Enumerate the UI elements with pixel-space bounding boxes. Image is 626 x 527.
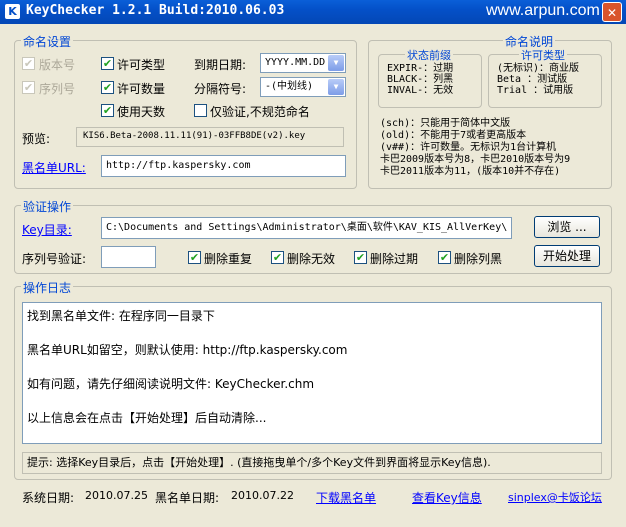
blacklist-url-input[interactable]: http://ftp.kaspersky.com bbox=[101, 155, 346, 177]
license-type-title: 许可类型 bbox=[519, 47, 567, 63]
license-type-line: Beta ：测试版 bbox=[497, 74, 568, 85]
delete-blacklisted-checkbox[interactable]: ✔ bbox=[438, 251, 451, 264]
separator-select[interactable]: -(中划线) ▼ bbox=[260, 77, 346, 97]
blacklist-url-value: http://ftp.kaspersky.com bbox=[106, 160, 251, 171]
separator-label: 分隔符号: bbox=[194, 82, 247, 96]
preview-value: KIS6.Beta-2008.11.11(91)-03FFB8DE(v2).ke… bbox=[76, 127, 344, 147]
key-dir-input[interactable]: C:\Documents and Settings\Administrator\… bbox=[101, 217, 512, 239]
status-prefix-line: EXPIR-：过期 bbox=[387, 63, 454, 74]
expiry-format-value: YYYY.MM.DD bbox=[265, 57, 326, 68]
download-blacklist-link[interactable]: 下载黑名单 bbox=[316, 489, 376, 506]
version-label: 版本号 bbox=[39, 58, 76, 72]
hint-bar: 提示: 选择Key目录后，点击【开始处理】. (直接拖曳单个/多个Key文件到界… bbox=[22, 452, 602, 474]
window-title: KeyChecker 1.2.1 Build:2010.06.03 bbox=[26, 3, 285, 18]
verify-group-label: 验证操作 bbox=[21, 198, 74, 215]
blacklist-date-value: 2010.07.22 bbox=[231, 489, 294, 502]
blacklist-url-label[interactable]: 黑名单URL: bbox=[22, 159, 86, 176]
delete-expired-label: 删除过期 bbox=[370, 252, 419, 266]
status-prefix-title: 状态前缀 bbox=[405, 47, 453, 63]
serial-label: 序列号 bbox=[39, 82, 76, 96]
license-type-line: (无标识)：商业版 bbox=[497, 63, 580, 74]
preview-text: KIS6.Beta-2008.11.11(91)-03FFB8DE(v2).ke… bbox=[83, 131, 306, 141]
delete-expired-checkbox[interactable]: ✔ bbox=[354, 251, 367, 264]
license-type-checkbox[interactable]: ✔ bbox=[101, 57, 114, 70]
naming-note-line: (sch)：只能用于简体中文版 bbox=[380, 118, 511, 129]
browse-button[interactable]: 浏览 ... bbox=[534, 216, 600, 238]
delete-duplicate-checkbox[interactable]: ✔ bbox=[188, 251, 201, 264]
blacklist-date-label: 黑名单日期: bbox=[155, 491, 220, 505]
log-group-label: 操作日志 bbox=[21, 279, 74, 296]
separator-value: -(中划线) bbox=[265, 81, 314, 92]
serial-checkbox[interactable]: ✔ bbox=[22, 81, 35, 94]
naming-settings-label: 命名设置 bbox=[21, 33, 74, 50]
app-key-icon: K bbox=[5, 4, 20, 19]
chevron-down-icon[interactable]: ▼ bbox=[328, 79, 344, 95]
system-date-label: 系统日期: bbox=[22, 491, 75, 505]
delete-invalid-label: 删除无效 bbox=[287, 252, 336, 266]
naming-note-line: 卡巴2011版本为11，(版本10并不存在) bbox=[380, 166, 561, 177]
delete-blacklisted-label: 删除列黑 bbox=[454, 252, 503, 266]
status-prefix-box: 状态前缀 EXPIR-：过期 BLACK-：列黑 INVAL-：无效 bbox=[378, 47, 482, 108]
verify-only-checkbox[interactable] bbox=[194, 104, 207, 117]
start-processing-button[interactable]: 开始处理 bbox=[534, 245, 600, 267]
license-count-checkbox[interactable]: ✔ bbox=[101, 81, 114, 94]
key-dir-value: C:\Documents and Settings\Administrator\… bbox=[106, 222, 508, 233]
status-prefix-line: BLACK-：列黑 bbox=[387, 74, 454, 85]
title-bar[interactable]: K KeyChecker 1.2.1 Build:2010.06.03 www.… bbox=[0, 0, 626, 24]
version-checkbox[interactable]: ✔ bbox=[22, 57, 35, 70]
log-textarea[interactable]: 找到黑名单文件: 在程序同一目录下 黑名单URL如留空，则默认使用: http:… bbox=[22, 302, 602, 444]
delete-invalid-checkbox[interactable]: ✔ bbox=[271, 251, 284, 264]
log-line: 以上信息会在点击【开始处理】后自动清除... bbox=[27, 411, 267, 425]
preview-label: 预览: bbox=[22, 132, 51, 146]
license-type-label: 许可类型 bbox=[117, 58, 166, 72]
naming-note-line: (v##)：许可数量。无标识为1台计算机 bbox=[380, 142, 557, 153]
log-line: 找到黑名单文件: 在程序同一目录下 bbox=[27, 309, 215, 323]
status-prefix-line: INVAL-：无效 bbox=[387, 85, 454, 96]
key-dir-label[interactable]: Key目录: bbox=[22, 221, 72, 238]
serial-verify-input[interactable] bbox=[101, 246, 156, 268]
forum-link[interactable]: sinplex@卡饭论坛 bbox=[508, 489, 602, 505]
chevron-down-icon[interactable]: ▼ bbox=[328, 55, 344, 71]
use-days-label: 使用天数 bbox=[117, 105, 166, 119]
view-key-info-link[interactable]: 查看Key信息 bbox=[412, 489, 482, 506]
license-count-label: 许可数量 bbox=[117, 82, 166, 96]
license-type-list: (无标识)：商业版 Beta ：测试版 Trial ：试用版 bbox=[497, 63, 579, 96]
naming-note-line: 卡巴2009版本号为8，卡巴2010版本号为9 bbox=[380, 154, 571, 165]
verify-only-label: 仅验证,不规范命名 bbox=[210, 105, 310, 119]
naming-notes: (sch)：只能用于简体中文版 (old)：不能用于7或者更高版本 (v##)：… bbox=[380, 118, 570, 178]
log-line: 黑名单URL如留空，则默认使用: http://ftp.kaspersky.co… bbox=[27, 343, 348, 357]
log-line: 如有问题，请先仔细阅读说明文件: KeyChecker.chm bbox=[27, 377, 315, 391]
license-type-box: 许可类型 (无标识)：商业版 Beta ：测试版 Trial ：试用版 bbox=[488, 47, 602, 108]
use-days-checkbox[interactable]: ✔ bbox=[101, 104, 114, 117]
system-date-value: 2010.07.25 bbox=[85, 489, 148, 502]
expiry-label: 到期日期: bbox=[194, 58, 247, 72]
close-icon[interactable]: ✕ bbox=[602, 2, 622, 22]
watermark-text: www.arpun.com bbox=[486, 2, 600, 19]
delete-duplicate-label: 删除重复 bbox=[204, 252, 253, 266]
status-prefix-list: EXPIR-：过期 BLACK-：列黑 INVAL-：无效 bbox=[387, 63, 453, 96]
serial-verify-label: 序列号验证: bbox=[22, 252, 87, 266]
license-type-line: Trial ：试用版 bbox=[497, 85, 574, 96]
naming-note-line: (old)：不能用于7或者更高版本 bbox=[380, 130, 527, 141]
expiry-format-select[interactable]: YYYY.MM.DD ▼ bbox=[260, 53, 346, 73]
